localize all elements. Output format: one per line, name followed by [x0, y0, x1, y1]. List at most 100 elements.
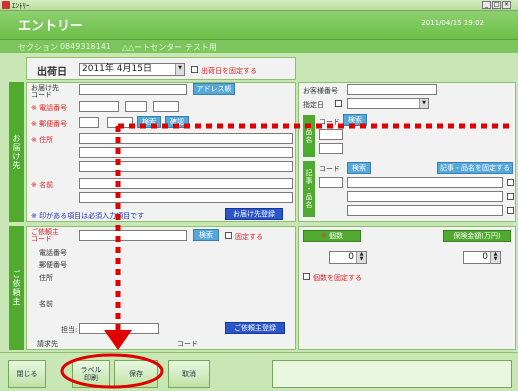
- article-code-input[interactable]: [319, 177, 343, 188]
- article-side-label: 記事・品名: [303, 161, 315, 217]
- item-name-input[interactable]: [319, 143, 343, 154]
- footer-bar: 閉じる ラベル 印刷 保存 取消: [0, 352, 518, 391]
- delivery-address-2[interactable]: [79, 147, 293, 158]
- cancel-button[interactable]: 取消: [168, 360, 210, 388]
- requester-search-button[interactable]: 検索: [193, 229, 219, 241]
- delivery-phone-2[interactable]: [125, 101, 147, 112]
- insurance-header: 保険金額(万円): [443, 230, 511, 242]
- requester-code-input[interactable]: [79, 230, 187, 241]
- requester-panel: ご依頼主 コード 検索 固定する 電話番号 郵便番号 住所 名前 担当: ご依頼…: [26, 226, 296, 350]
- designation-label: 指定日: [303, 101, 324, 109]
- header-datetime: 2011/04/15 19:02: [421, 19, 484, 27]
- delivery-address-3[interactable]: [79, 161, 293, 172]
- section-label: セクション: [18, 43, 58, 52]
- delivery-phone-1[interactable]: [79, 101, 119, 112]
- customer-panel: お客様番号 指定日 ▼ 品名 コード 検索 記事・品名 コード 検索 記事・品名…: [298, 82, 516, 222]
- requester-side-label: ご依頼主: [9, 226, 24, 350]
- delivery-panel: お届け先 コード アドレス帳 ※ 電話番号 ※ 郵便番号 検索 確認 ※ 住所 …: [26, 82, 296, 222]
- chevron-down-icon: ▼: [419, 99, 428, 108]
- ship-date-select[interactable]: 2011年 4月15日 ▼: [79, 63, 185, 76]
- delivery-phone-3[interactable]: [153, 101, 179, 112]
- count-panel: ※ 個数 保険金額(万円) 0 ▲ ▼ 0 ▲ ▼ 個数を固定する: [298, 226, 516, 350]
- billing-label: 請求先: [37, 340, 58, 348]
- ship-date-value: 2011年 4月15日: [82, 64, 152, 74]
- minimize-button[interactable]: _: [482, 1, 491, 9]
- required-note: ※ 印がある項目は必須入力項目です: [31, 212, 145, 220]
- section-name: △△ートセンター テスト用: [122, 43, 217, 52]
- delivery-name-label: ※ 名前: [31, 181, 54, 189]
- required-mark: ※: [320, 232, 327, 240]
- article-name-2[interactable]: [347, 191, 503, 202]
- delivery-phone-label: ※ 電話番号: [31, 104, 68, 112]
- maximize-button[interactable]: □: [492, 1, 501, 9]
- article-fix-checkbox-3[interactable]: [507, 207, 514, 214]
- article-name-3[interactable]: [347, 205, 503, 216]
- designation-select[interactable]: ▼: [347, 98, 429, 109]
- requester-person-label: 担当:: [61, 326, 78, 334]
- item-code-label: コード: [319, 118, 340, 126]
- window-titlebar: ｴﾝﾄﾘｰ _ □ ×: [0, 0, 518, 11]
- window-title: ｴﾝﾄﾘｰ: [12, 2, 30, 10]
- requester-fix-label: 固定する: [235, 233, 263, 241]
- pieces-label: 個数: [329, 232, 344, 240]
- requester-name-label: 名前: [39, 300, 53, 308]
- postal-search-button[interactable]: 検索: [137, 116, 161, 128]
- designation-checkbox[interactable]: [335, 100, 342, 107]
- article-code-label: コード: [319, 165, 340, 173]
- item-code-input[interactable]: [319, 129, 343, 140]
- article-search-button[interactable]: 検索: [347, 162, 371, 174]
- delivery-address-1[interactable]: [79, 133, 293, 144]
- postal-confirm-button[interactable]: 確認: [165, 116, 189, 128]
- delivery-code-input[interactable]: [79, 84, 187, 95]
- delivery-postal-label: ※ 郵便番号: [31, 120, 68, 128]
- delivery-name-1[interactable]: [79, 178, 293, 189]
- requester-fix-checkbox[interactable]: [225, 232, 232, 239]
- delivery-name-2[interactable]: [79, 192, 293, 203]
- item-side-label: 品名: [303, 115, 315, 157]
- delivery-register-button[interactable]: お届け先登録: [225, 208, 283, 220]
- article-name-1[interactable]: [347, 177, 503, 188]
- address-book-button[interactable]: アドレス帳: [193, 83, 235, 95]
- section-bar: セクション 0849318141 △△ートセンター テスト用: [0, 39, 518, 53]
- page-title: エントリー: [18, 19, 84, 34]
- pieces-value: 0: [348, 252, 354, 262]
- requester-phone-label: 電話番号: [39, 249, 67, 257]
- chevron-down-icon: ▼: [175, 64, 184, 75]
- requester-postal-label: 郵便番号: [39, 261, 67, 269]
- article-fix-checkbox-2[interactable]: [507, 193, 514, 200]
- requester-person-input[interactable]: [79, 323, 159, 334]
- app-icon: [2, 1, 10, 9]
- ship-date-label: 出荷日: [37, 67, 67, 78]
- requester-code-label: ご依頼主 コード: [31, 228, 59, 243]
- delivery-postal-2[interactable]: [107, 117, 133, 128]
- billing-code-label: コード: [177, 340, 198, 348]
- delivery-code-label: お届け先 コード: [31, 84, 59, 99]
- ship-date-fix-label: 出荷日を固定する: [201, 67, 257, 75]
- customer-number-input[interactable]: [347, 84, 437, 95]
- insurance-spinner[interactable]: 0 ▲ ▼: [463, 251, 501, 264]
- article-fix-checkbox-1[interactable]: [507, 179, 514, 186]
- pieces-spinner[interactable]: 0 ▲ ▼: [329, 251, 367, 264]
- spinner-arrows-icon[interactable]: ▲ ▼: [356, 252, 366, 263]
- ship-date-fix-checkbox[interactable]: [191, 66, 198, 73]
- item-search-button[interactable]: 検索: [343, 114, 367, 126]
- insurance-value: 0: [482, 252, 488, 262]
- delivery-side-label: お届け先: [9, 82, 24, 222]
- status-area: [272, 360, 512, 388]
- requester-address-label: 住所: [39, 274, 53, 282]
- pieces-header: ※ 個数: [303, 230, 361, 242]
- save-button[interactable]: 保存: [114, 360, 158, 388]
- article-fix-button[interactable]: 記事・品名を固定する: [437, 162, 513, 174]
- delivery-postal-1[interactable]: [79, 117, 99, 128]
- delivery-address-label: ※ 住所: [31, 136, 54, 144]
- pieces-fix-checkbox[interactable]: [303, 273, 310, 280]
- close-button[interactable]: 閉じる: [8, 360, 46, 388]
- requester-register-button[interactable]: ご依頼主登録: [225, 322, 285, 334]
- customer-number-label: お客様番号: [303, 87, 338, 95]
- label-print-button[interactable]: ラベル 印刷: [72, 360, 110, 388]
- spinner-arrows-icon[interactable]: ▲ ▼: [490, 252, 500, 263]
- ship-date-panel: 出荷日 2011年 4月15日 ▼ 出荷日を固定する: [26, 57, 296, 80]
- app-header: エントリー 2011/04/15 19:02: [0, 11, 518, 39]
- pieces-fix-label: 個数を固定する: [313, 274, 362, 282]
- close-window-button[interactable]: ×: [502, 1, 511, 9]
